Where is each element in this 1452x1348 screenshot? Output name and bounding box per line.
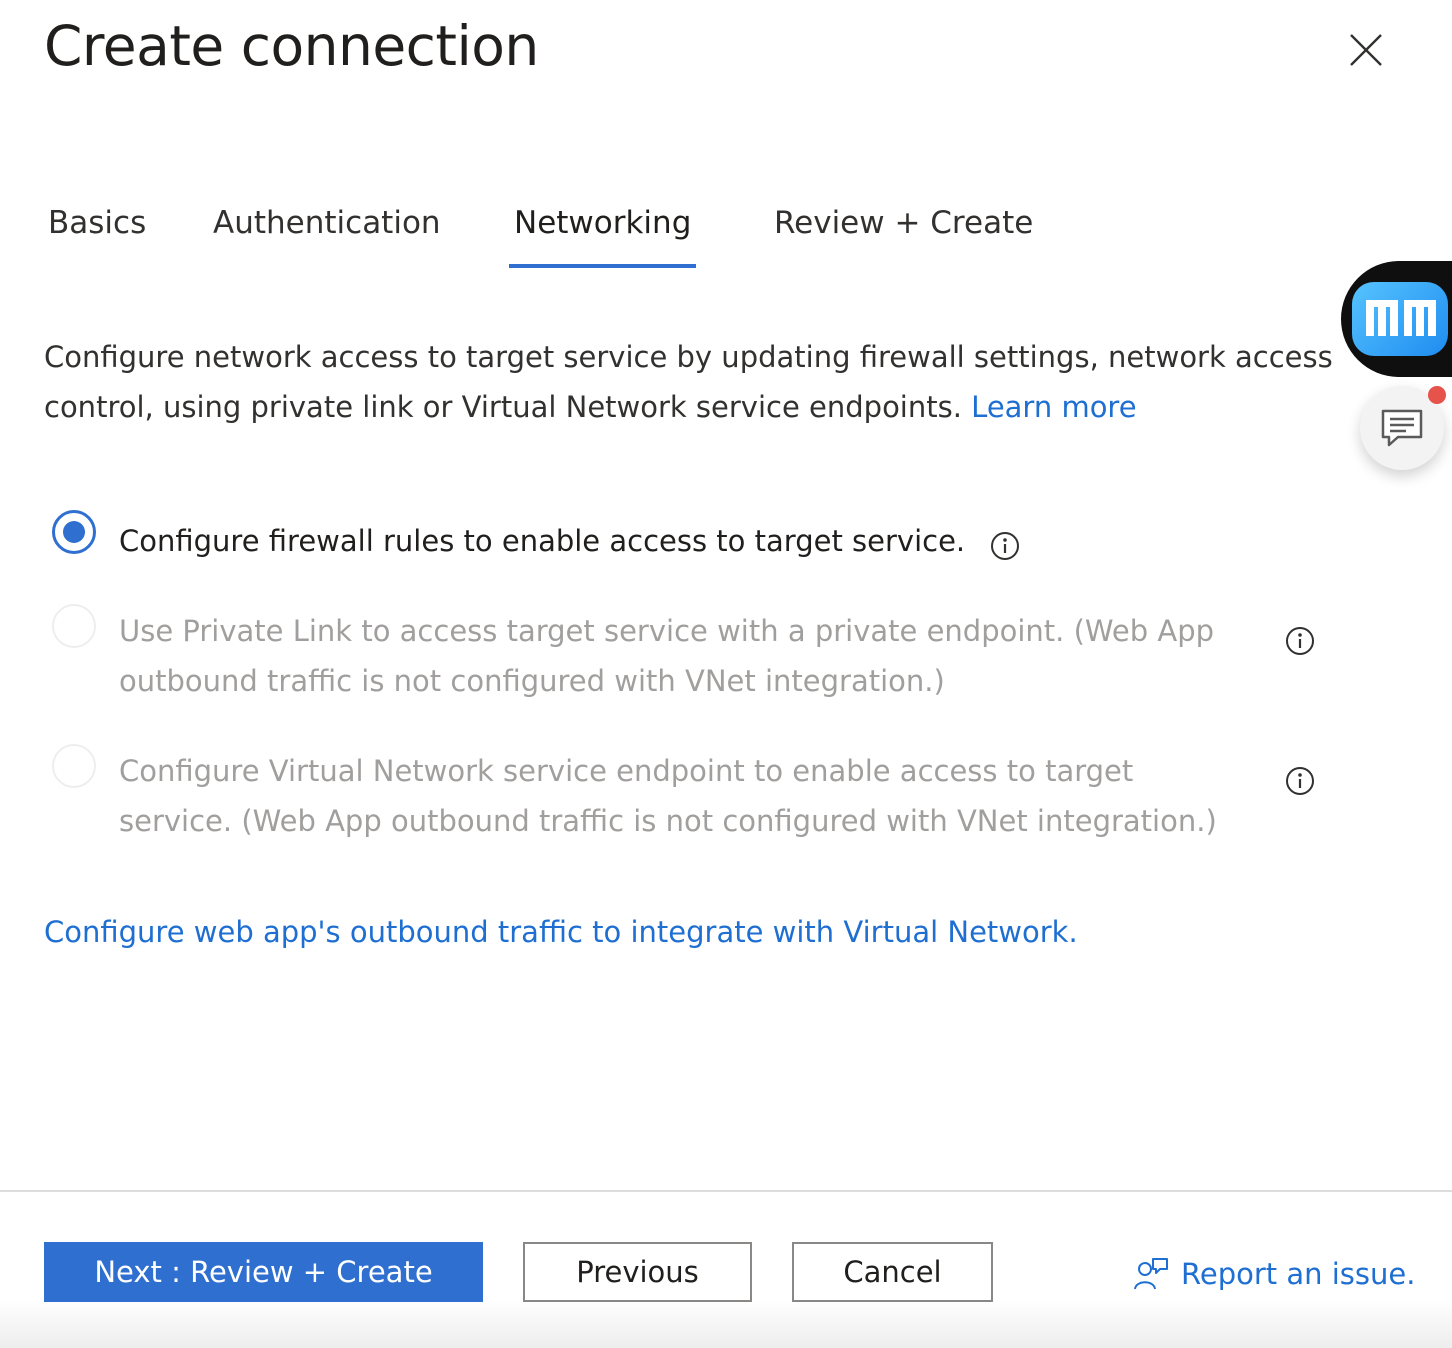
configure-vnet-link[interactable]: Configure web app's outbound traffic to …: [44, 907, 1078, 957]
dialog-title: Create connection: [44, 14, 539, 78]
report-issue-label: Report an issue.: [1181, 1257, 1416, 1291]
tab-review-create[interactable]: Review + Create: [774, 198, 1033, 268]
app-logo-icon: [1352, 282, 1448, 356]
previous-button[interactable]: Previous: [523, 1242, 752, 1302]
networking-description: Configure network access to target servi…: [44, 332, 1334, 432]
tab-authentication[interactable]: Authentication: [213, 198, 441, 268]
close-icon: [1350, 34, 1382, 66]
extension-badge[interactable]: [1341, 261, 1452, 377]
person-feedback-icon: [1134, 1258, 1168, 1290]
option-label: Configure firewall rules to enable acces…: [119, 524, 966, 558]
option-label-line2: outbound traffic is not configured with …: [119, 664, 945, 698]
notification-dot: [1428, 386, 1446, 404]
info-icon[interactable]: [1285, 766, 1315, 796]
radio-firewall-rules[interactable]: [52, 510, 96, 554]
option-label-line1: Use Private Link to access target servic…: [119, 614, 1215, 648]
learn-more-link[interactable]: Learn more: [971, 390, 1136, 424]
tab-networking[interactable]: Networking: [508, 198, 697, 268]
description-text: Configure network access to target servi…: [44, 340, 1333, 424]
next-review-create-button[interactable]: Next : Review + Create: [44, 1242, 483, 1302]
feedback-button[interactable]: [1360, 386, 1446, 470]
cancel-button[interactable]: Cancel: [792, 1242, 993, 1302]
footer-shade: [0, 1300, 1452, 1348]
close-button[interactable]: [1342, 26, 1390, 74]
radio-private-link[interactable]: [52, 604, 96, 648]
footer-divider: [0, 1190, 1452, 1192]
chat-bubble-icon: [1381, 409, 1423, 447]
info-icon[interactable]: [990, 531, 1020, 561]
option-label-line2: service. (Web App outbound traffic is no…: [119, 804, 1217, 838]
radio-vnet-endpoint[interactable]: [52, 744, 96, 788]
option-label-line1: Configure Virtual Network service endpoi…: [119, 754, 1134, 788]
info-icon[interactable]: [1285, 626, 1315, 656]
tab-basics[interactable]: Basics: [48, 198, 146, 268]
report-issue-link[interactable]: Report an issue.: [1133, 1250, 1415, 1298]
